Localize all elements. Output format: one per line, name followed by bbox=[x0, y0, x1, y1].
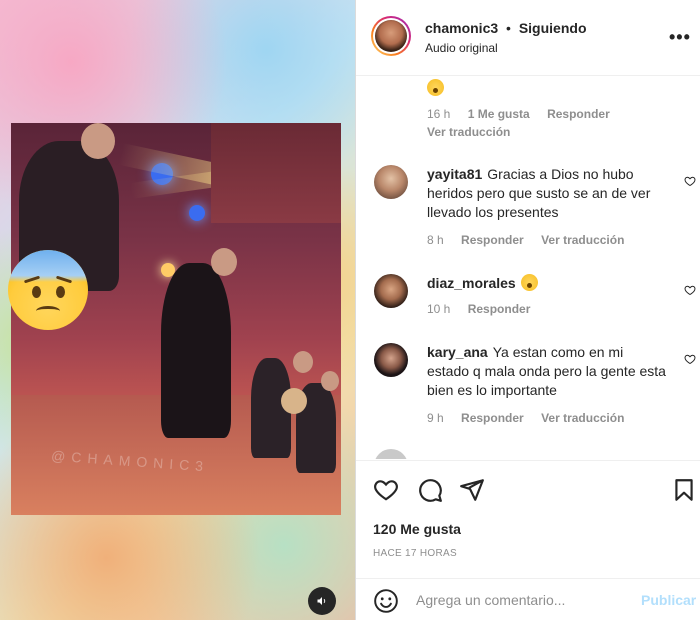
performer-head bbox=[293, 351, 313, 373]
anxious-face-emoji-sticker bbox=[8, 250, 88, 330]
more-icon: ••• bbox=[669, 27, 691, 47]
hushed-face-icon bbox=[427, 79, 444, 96]
add-comment-bar: Publicar bbox=[356, 578, 700, 620]
following-button[interactable]: Siguiendo bbox=[519, 20, 587, 36]
comment-time: 16 h bbox=[427, 107, 451, 121]
post-side-panel: chamonic3 • Siguiendo Audio original •••… bbox=[355, 0, 700, 620]
comment-username[interactable]: diaz_morales bbox=[427, 275, 516, 291]
likes-count[interactable]: 120 Me gusta bbox=[373, 521, 461, 537]
comments-list[interactable]: 16 h 1 Me gusta Responder Ver traducción… bbox=[356, 77, 700, 459]
post-media[interactable]: @CHAMONIC3 bbox=[0, 0, 355, 620]
comment-username[interactable]: kary_ana bbox=[427, 344, 488, 360]
separator-dot: • bbox=[506, 20, 511, 36]
comment-meta: 16 h 1 Me gusta Responder bbox=[427, 107, 624, 121]
comment-time: 9 h bbox=[427, 411, 444, 425]
comment-username[interactable]: yayita81 bbox=[427, 166, 482, 182]
comment-text bbox=[427, 79, 667, 98]
post-actions: 120 Me gusta HACE 17 HORAS bbox=[356, 460, 700, 578]
comment-meta: 9 h Responder Ver traducción bbox=[427, 411, 638, 425]
comment-likes[interactable]: 1 Me gusta bbox=[468, 107, 530, 121]
author-line: chamonic3 • Siguiendo bbox=[425, 20, 587, 36]
avatar-inner bbox=[373, 18, 409, 54]
author-username[interactable]: chamonic3 bbox=[425, 20, 498, 36]
comment-time: 10 h bbox=[427, 302, 451, 316]
comment-meta: 8 h Responder Ver traducción bbox=[427, 233, 638, 247]
performer-head bbox=[211, 248, 237, 276]
reply-button[interactable]: Responder bbox=[468, 302, 531, 316]
reply-button[interactable]: Responder bbox=[461, 411, 524, 425]
comment-bubble-icon[interactable] bbox=[417, 477, 443, 503]
performer-head bbox=[321, 371, 339, 391]
commenter-avatar[interactable] bbox=[374, 343, 408, 377]
emoji-picker-smile-icon[interactable] bbox=[373, 588, 399, 614]
comment-meta: 10 h Responder bbox=[427, 302, 544, 316]
performer-head bbox=[81, 123, 115, 159]
avatar-image bbox=[375, 20, 407, 52]
stage-light bbox=[189, 205, 205, 221]
bookmark-icon[interactable] bbox=[671, 477, 697, 503]
emoji-mouth bbox=[36, 306, 60, 316]
see-translation-button[interactable]: Ver traducción bbox=[427, 125, 510, 139]
comment-time: 8 h bbox=[427, 233, 444, 247]
share-send-icon[interactable] bbox=[459, 477, 485, 503]
like-heart-icon[interactable] bbox=[373, 477, 399, 503]
performer bbox=[161, 263, 231, 438]
commenter-avatar[interactable] bbox=[374, 165, 408, 199]
emoji-eye bbox=[56, 286, 65, 298]
audio-toggle-button[interactable] bbox=[308, 587, 336, 615]
comment-text: diaz_morales bbox=[427, 274, 667, 293]
commenter-avatar[interactable] bbox=[374, 449, 408, 459]
post-timestamp: HACE 17 HORAS bbox=[373, 548, 457, 559]
like-comment-heart-icon[interactable] bbox=[684, 284, 696, 296]
more-options-button[interactable]: ••• bbox=[669, 28, 691, 46]
audio-label[interactable]: Audio original bbox=[425, 41, 498, 55]
emoji-forehead bbox=[8, 250, 88, 282]
author-avatar[interactable] bbox=[371, 16, 411, 56]
comment-input[interactable] bbox=[416, 589, 636, 611]
emoji-eye bbox=[32, 286, 41, 298]
speaker-icon bbox=[317, 597, 326, 605]
stage-roof bbox=[211, 123, 341, 223]
like-comment-heart-icon[interactable] bbox=[684, 353, 696, 365]
like-comment-heart-icon[interactable] bbox=[684, 175, 696, 187]
publish-comment-button[interactable]: Publicar bbox=[641, 592, 696, 608]
guitar bbox=[281, 388, 307, 414]
commenter-avatar[interactable] bbox=[374, 274, 408, 308]
comment-text: kary_ana Ya estan como en mi estado q mal… bbox=[427, 343, 667, 400]
hushed-face-icon bbox=[520, 274, 538, 291]
see-translation-button[interactable]: Ver traducción bbox=[541, 411, 624, 425]
comment-text: yayita81 Gracias a Dios no hubo heridos p… bbox=[427, 165, 667, 222]
see-translation-button[interactable]: Ver traducción bbox=[541, 233, 624, 247]
reply-button[interactable]: Responder bbox=[461, 233, 524, 247]
post-header: chamonic3 • Siguiendo Audio original ••• bbox=[356, 0, 700, 76]
reply-button[interactable]: Responder bbox=[547, 107, 610, 121]
